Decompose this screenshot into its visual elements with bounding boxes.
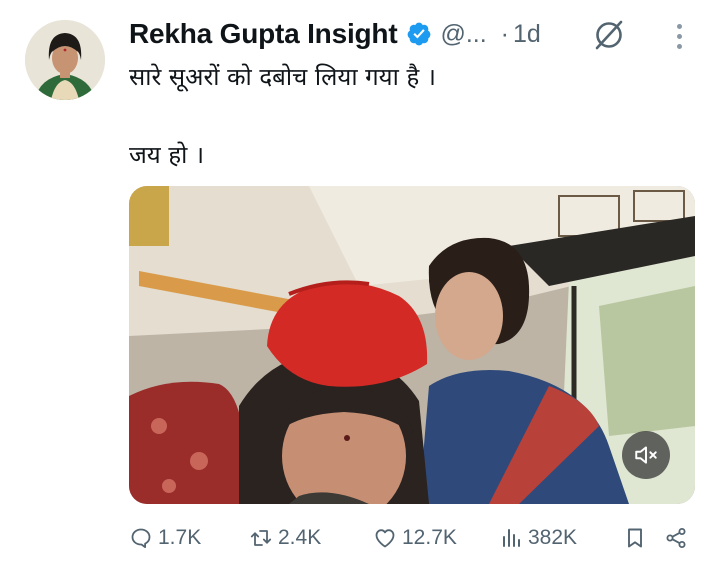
retweet-icon: [250, 530, 272, 546]
tweet-video[interactable]: [129, 186, 695, 504]
retweet-count: 2.4K: [278, 526, 322, 549]
views-button[interactable]: 382K: [499, 520, 577, 556]
avatar-image: [25, 20, 105, 100]
grok-icon[interactable]: [592, 18, 626, 52]
verified-badge-icon: [408, 22, 431, 46]
reply-button[interactable]: 1.7K: [129, 520, 201, 556]
author-avatar[interactable]: [25, 20, 105, 100]
bookmark-icon: [628, 528, 642, 548]
bookmark-button[interactable]: [623, 520, 647, 556]
view-count: 382K: [528, 526, 578, 549]
author-name[interactable]: Rekha Gupta Insight: [129, 18, 398, 50]
like-button[interactable]: 12.7K: [373, 520, 457, 556]
heart-icon: [375, 529, 395, 548]
tweet-header: Rekha Gupta Insight @... · 1d: [129, 14, 541, 54]
tweet-action-bar: 1.7K 2.4K 12.7K 382K: [129, 520, 695, 556]
share-icon: [666, 528, 686, 548]
tweet-text-line-2: जय हो ।: [129, 141, 205, 169]
author-handle[interactable]: @...: [440, 20, 486, 49]
separator-dot: ·: [500, 19, 509, 48]
more-options-icon[interactable]: [668, 20, 690, 52]
mute-toggle-button[interactable]: [622, 431, 670, 479]
share-button[interactable]: [664, 520, 688, 556]
reply-count: 1.7K: [158, 526, 202, 549]
like-count: 12.7K: [402, 526, 457, 549]
reply-icon: [131, 528, 151, 548]
tweet-timestamp[interactable]: 1d: [513, 20, 541, 49]
retweet-button[interactable]: 2.4K: [249, 520, 321, 556]
views-icon: [503, 529, 520, 547]
video-frame: [129, 186, 695, 504]
tweet-text-line-1: सारे सूअरों को दबोच लिया गया है ।: [129, 63, 436, 91]
muted-speaker-icon: [635, 446, 657, 464]
